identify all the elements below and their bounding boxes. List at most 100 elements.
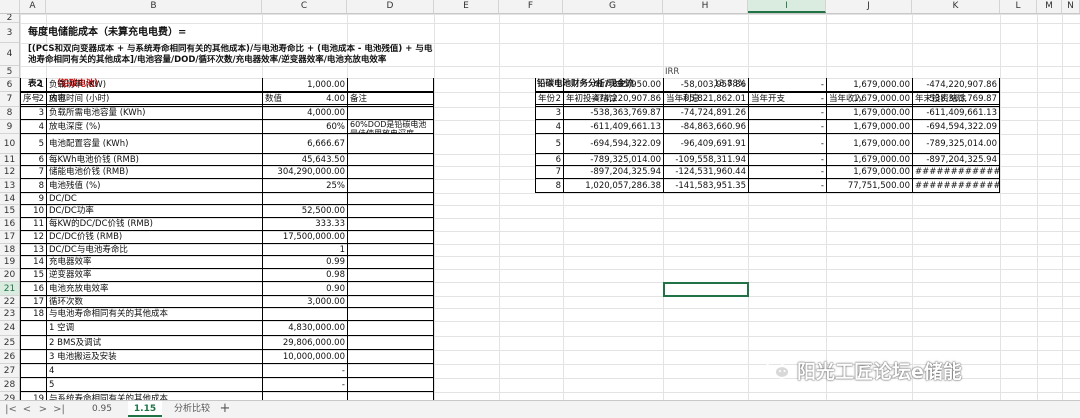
column-header-D[interactable]: D bbox=[347, 0, 434, 13]
row-header-2[interactable]: 2 bbox=[0, 14, 19, 23]
select-all-corner[interactable] bbox=[0, 0, 20, 13]
add-sheet-button[interactable]: + bbox=[218, 401, 232, 417]
table-row-value[interactable]: 4.00 bbox=[262, 92, 347, 107]
formula-text[interactable]: [(PCS和双向变器成本 + 与系统寿命相同有关的其他成本)/与电池寿命比 + … bbox=[26, 44, 436, 78]
table-row-note[interactable] bbox=[347, 296, 434, 308]
finance-row-year[interactable]: 8 bbox=[535, 179, 563, 193]
sheet-grid[interactable]: 每度电储能成本（未算充电电费）= [(PCS和双向变器成本 + 与系统寿命相同有关… bbox=[20, 14, 1080, 400]
finance-row-end[interactable]: -474,220,907.86 bbox=[912, 78, 1000, 92]
finance-row-year[interactable]: 7 bbox=[535, 166, 563, 179]
table-row-note[interactable] bbox=[347, 107, 434, 120]
finance-row-interest[interactable]: -124,531,960.44 bbox=[663, 166, 748, 179]
table-row-no[interactable]: 6 bbox=[20, 154, 46, 166]
table-row-no[interactable]: 18 bbox=[20, 308, 46, 321]
column-header-E[interactable]: E bbox=[434, 0, 499, 13]
table-row-note[interactable] bbox=[347, 392, 434, 400]
table-row-no[interactable]: 16 bbox=[20, 282, 46, 296]
column-header-B[interactable]: B bbox=[46, 0, 262, 13]
row-header-5[interactable]: 5 bbox=[0, 66, 19, 78]
finance-row-interest[interactable]: -58,003,957.86 bbox=[663, 78, 748, 92]
finance-row-year[interactable]: 3 bbox=[535, 107, 563, 120]
row-header-26[interactable]: 26 bbox=[0, 350, 19, 364]
table-row-no[interactable]: 5 bbox=[20, 134, 46, 154]
column-header-J[interactable]: J bbox=[826, 0, 912, 13]
table-row-value[interactable]: 304,290,000.00 bbox=[262, 166, 347, 179]
table-row-item[interactable]: 4 bbox=[46, 364, 262, 378]
table-row-item[interactable]: DC/DC与电池寿命比 bbox=[46, 244, 262, 256]
table-row-value[interactable]: 45,643.50 bbox=[262, 154, 347, 166]
finance-row-start[interactable]: -474,220,907.86 bbox=[563, 92, 663, 107]
table-row-item[interactable]: 电池残值 (%) bbox=[46, 179, 262, 193]
finance-row-interest[interactable]: -109,558,311.94 bbox=[663, 154, 748, 166]
finance-row-expense[interactable]: - bbox=[748, 78, 826, 92]
table-row-note[interactable] bbox=[347, 231, 434, 244]
finance-row-interest[interactable]: -65,821,862.01 bbox=[663, 92, 748, 107]
table-row-value[interactable]: 10,000,000.00 bbox=[262, 350, 347, 364]
table-row-note[interactable] bbox=[347, 92, 434, 107]
table-row-value[interactable]: 29,806,000.00 bbox=[262, 336, 347, 350]
table-row-value[interactable]: 3,000.00 bbox=[262, 296, 347, 308]
row-header-25[interactable]: 25 bbox=[0, 336, 19, 350]
row-header-7[interactable]: 7 bbox=[0, 92, 19, 107]
finance-row-income[interactable]: 1,679,000.00 bbox=[826, 92, 912, 107]
row-header-4[interactable]: 4 bbox=[0, 43, 19, 66]
table-row-note[interactable] bbox=[347, 193, 434, 205]
table-row-note[interactable] bbox=[347, 256, 434, 269]
table-row-no[interactable]: 2 bbox=[20, 92, 46, 107]
table-row-note[interactable] bbox=[347, 134, 434, 154]
row-header-29[interactable]: 29 bbox=[0, 392, 19, 400]
table-row-note[interactable] bbox=[347, 218, 434, 231]
finance-row-year[interactable]: 5 bbox=[535, 134, 563, 154]
finance-row-interest[interactable]: -141,583,951.35 bbox=[663, 179, 748, 193]
table-row-no[interactable] bbox=[20, 364, 46, 378]
sheet-nav-button-2[interactable]: > bbox=[36, 403, 50, 416]
table-row-value[interactable]: 0.90 bbox=[262, 282, 347, 296]
finance-row-end[interactable]: ############### bbox=[912, 166, 1000, 179]
table-row-value[interactable]: 52,500.00 bbox=[262, 205, 347, 218]
table-row-value[interactable]: 333.33 bbox=[262, 218, 347, 231]
table-row-value[interactable] bbox=[262, 308, 347, 321]
table-row-item[interactable]: 充电器效率 bbox=[46, 256, 262, 269]
table-row-no[interactable] bbox=[20, 321, 46, 336]
finance-row-interest[interactable]: -96,409,691.91 bbox=[663, 134, 748, 154]
finance-row-start[interactable]: -694,594,322.09 bbox=[563, 134, 663, 154]
table-row-note[interactable] bbox=[347, 321, 434, 336]
finance-row-year[interactable]: 1 bbox=[535, 78, 563, 92]
table-row-note[interactable] bbox=[347, 378, 434, 392]
row-header-19[interactable]: 19 bbox=[0, 256, 19, 269]
table-row-value[interactable]: 0.99 bbox=[262, 256, 347, 269]
table-row-note[interactable] bbox=[347, 364, 434, 378]
row-header-23[interactable]: 23 bbox=[0, 308, 19, 321]
table-row-value[interactable]: 60% bbox=[262, 120, 347, 134]
finance-row-income[interactable]: 77,751,500.00 bbox=[826, 179, 912, 193]
table-row-item[interactable]: 2 BMS及调试 bbox=[46, 336, 262, 350]
finance-row-end[interactable]: -789,325,014.00 bbox=[912, 134, 1000, 154]
column-header-A[interactable]: A bbox=[20, 0, 46, 13]
finance-row-end[interactable]: -538,363,769.87 bbox=[912, 92, 1000, 107]
table-row-no[interactable]: 7 bbox=[20, 166, 46, 179]
table-row-note[interactable] bbox=[347, 78, 434, 92]
row-header-22[interactable]: 22 bbox=[0, 296, 19, 308]
table-row-item[interactable]: DC/DC功率 bbox=[46, 205, 262, 218]
finance-row-year[interactable]: 2 bbox=[535, 92, 563, 107]
sheet-tab-1.15[interactable]: 1.15 bbox=[128, 401, 162, 417]
table-row-value[interactable]: 4,000.00 bbox=[262, 107, 347, 120]
row-header-15[interactable]: 15 bbox=[0, 205, 19, 218]
column-header-M[interactable]: M bbox=[1037, 0, 1062, 13]
table-row-no[interactable]: 9 bbox=[20, 193, 46, 205]
table-row-item[interactable]: 与电池寿命相同有关的其他成本 bbox=[46, 308, 262, 321]
table-row-no[interactable]: 12 bbox=[20, 231, 46, 244]
table-row-note[interactable] bbox=[347, 205, 434, 218]
table-row-no[interactable]: 14 bbox=[20, 256, 46, 269]
finance-row-income[interactable]: 1,679,000.00 bbox=[826, 166, 912, 179]
table-row-no[interactable]: 17 bbox=[20, 296, 46, 308]
table-row-no[interactable]: 19 bbox=[20, 392, 46, 400]
table-row-note[interactable] bbox=[347, 154, 434, 166]
finance-row-start[interactable]: -417,895,950.00 bbox=[563, 78, 663, 92]
table-row-value[interactable]: 6,666.67 bbox=[262, 134, 347, 154]
table-row-no[interactable]: 8 bbox=[20, 179, 46, 193]
finance-row-income[interactable]: 1,679,000.00 bbox=[826, 107, 912, 120]
finance-row-start[interactable]: -897,204,325.94 bbox=[563, 166, 663, 179]
finance-row-expense[interactable]: - bbox=[748, 107, 826, 120]
table-row-no[interactable] bbox=[20, 350, 46, 364]
